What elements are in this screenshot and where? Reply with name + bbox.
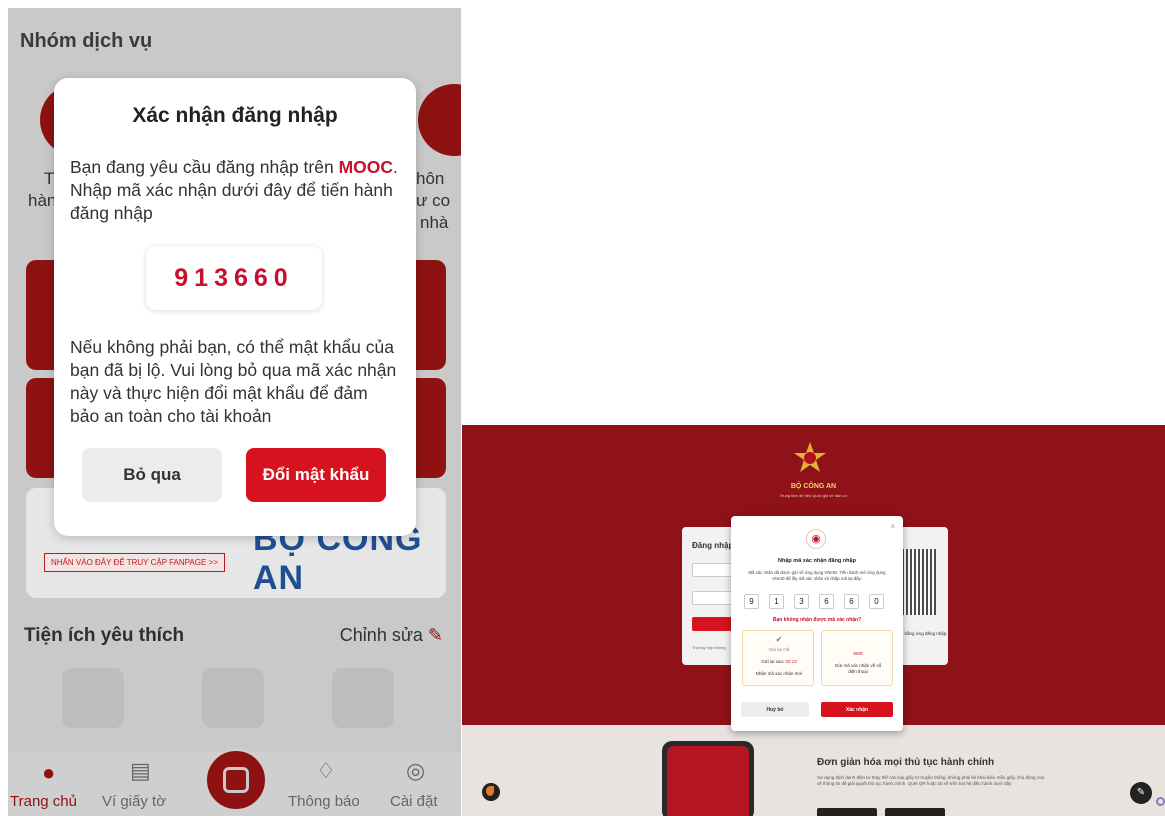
service-label-fragment: nhà [420,213,449,232]
resend-option[interactable]: ✔ Gửi lại mã Gửi lại sau: 02:13 Nhận mã … [742,630,814,686]
dialog-description: Mã xác nhận đã được gửi về ứng dụng VNeI… [748,570,886,581]
google-play-button[interactable] [885,808,945,816]
service-icon[interactable] [418,84,461,156]
nav-home[interactable]: Trang chủ [10,793,77,810]
login-footer: Trường hợp không [692,645,726,650]
health-shield-icon[interactable] [332,668,394,728]
favorites-edit-label: Chỉnh sửa [339,625,423,645]
composite-screenshot: Nhóm dịch vụ T hàn hôn ư co nhà BỘ CÔNG … [0,0,1165,816]
promo-title: Đơn giản hóa mọi thủ tục hành chính [817,757,995,768]
nav-notifications[interactable]: Thông báo [288,793,360,810]
otp-digit-input[interactable]: 6 [819,594,834,609]
web-screenshot: BỘ CÔNG AN Trung tâm dữ liệu Quốc gia về… [462,425,1165,816]
nav-settings[interactable]: Cài đặt [390,793,438,810]
org-subtitle: Trung tâm dữ liệu Quốc gia về dân cư [779,493,848,498]
shield-user-icon: ◉ [806,529,826,549]
resend-label: Gửi lại mã [768,647,790,652]
sms-note: Gửi mã xác nhận về số điện thoại [834,663,882,674]
resend-countdown-value: 02:13 [785,659,797,664]
service-label-fragment: hàn [28,191,57,210]
otp-digit-input[interactable]: 0 [869,594,884,609]
login-title: Đăng nhập [692,541,734,550]
service-label-fragment: T [44,169,55,188]
id-card-icon[interactable] [62,668,124,728]
phone-screen: Nhóm dịch vụ T hàn hôn ư co nhà BỘ CÔNG … [8,8,461,816]
service-label-fragment: ư co [416,191,451,210]
otp-digit-input[interactable]: 9 [744,594,759,609]
verification-code: 913660 [146,246,322,310]
fanpage-link[interactable]: NHẤN VÀO ĐÂY ĐỂ TRUY CẬP FANPAGE >> [44,553,225,572]
resend-icon: ✔ [775,635,783,644]
bell-icon: ♢ [316,758,336,783]
promo-description: Sử dụng định danh điện tử thay thế các l… [817,775,1045,786]
otp-digit-input[interactable]: 1 [769,594,784,609]
otp-digit-input[interactable]: 6 [844,594,859,609]
modal-warning: Nếu không phải bạn, có thể mật khẩu của … [70,337,397,426]
car-check-icon[interactable] [202,668,264,728]
otp-digit-input[interactable]: 3 [794,594,809,609]
resend-countdown-prefix: Gửi lại sau: [761,659,786,664]
qr-code [902,549,936,615]
app-preview-phone [662,741,754,816]
emblem-icon [794,442,826,472]
org-name: BỘ CÔNG AN [790,483,837,490]
scan-icon [223,767,249,793]
nav-wallet[interactable]: Ví giấy tờ [102,793,166,810]
cancel-button[interactable]: Huỷ bỏ [741,702,809,717]
modal-message-prefix: Bạn đang yêu cầu đăng nhập trên [70,157,339,177]
scan-button[interactable] [204,748,268,812]
wallet-icon: ▤ [130,758,151,783]
favorites-title: Tiện ích yêu thích [24,625,185,646]
pencil-icon: ✎ [427,625,443,645]
corner-indicator-icon [1156,797,1165,806]
confirm-button[interactable]: Xác nhận [821,702,893,717]
login-confirm-modal: Xác nhận đăng nhập Bạn đang yêu cầu đăng… [54,78,416,536]
qr-caption: R bằng ứng đăng nhập. [900,631,948,636]
not-received-link[interactable]: Bạn không nhận được mã xác nhận? [731,617,903,623]
chat-bubble-icon[interactable] [482,783,500,801]
book-icon[interactable]: ✎ [1130,782,1152,804]
modal-title: Xác nhận đăng nhập [132,104,338,127]
service-label-fragment: hôn [416,169,445,188]
modal-message: Bạn đang yêu cầu đăng nhập trên MOOC. Nh… [70,156,410,225]
app-store-button[interactable] [817,808,877,816]
modal-message-brand: MOOC [338,157,394,177]
promo-section: Đơn giản hóa mọi thủ tục hành chính Sử d… [462,725,1165,816]
dialog-title: Nhập mã xác nhận đăng nhập [778,558,856,564]
otp-dialog: × ◉ Nhập mã xác nhận đăng nhập Mã xác nh… [731,516,903,731]
resend-note: Nhận mã xác nhận mới [755,671,803,676]
change-password-button[interactable]: Đổi mật khẩu [246,448,386,502]
skip-button[interactable]: Bỏ qua [82,448,222,502]
gear-icon: ◎ [406,758,426,783]
close-icon[interactable]: × [890,522,895,531]
sms-option[interactable]: SMS Gửi mã xác nhận về số điện thoại [821,630,893,686]
favorites-edit-button[interactable]: Chỉnh sửa ✎ [340,625,443,646]
section-title: Nhóm dịch vụ [20,30,153,52]
sms-label: SMS [853,651,863,656]
home-icon: ● [42,760,56,785]
resend-countdown: Gửi lại sau: 02:13 [743,659,815,664]
